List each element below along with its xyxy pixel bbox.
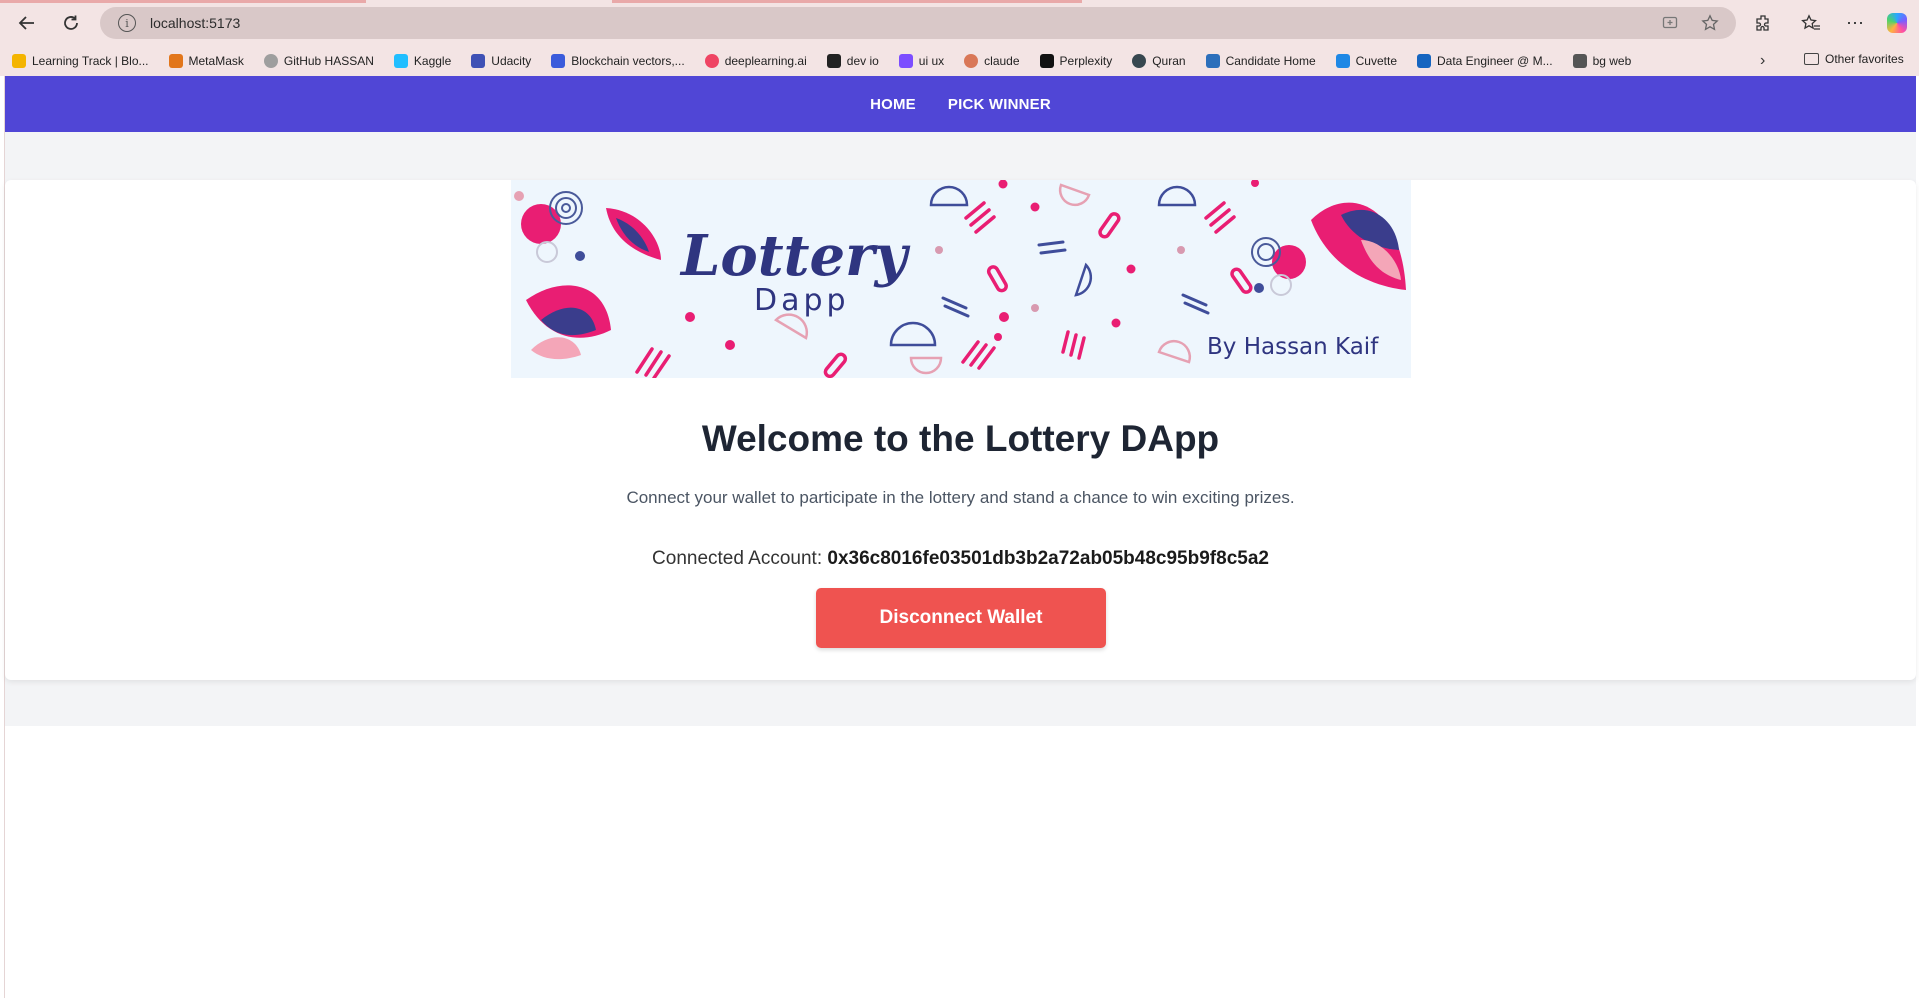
bookmark-quran[interactable]: Quran: [1132, 54, 1186, 68]
reload-icon[interactable]: [56, 8, 86, 38]
dev-icon: [826, 54, 841, 68]
lottery-banner: Lottery Dapp By Hassan Kaif: [511, 180, 1411, 378]
kaggle-icon: [393, 54, 408, 68]
account-address: 0x36c8016fe03501db3b2a72ab05b48c95b9f8c5…: [827, 548, 1269, 569]
bookmark-kaggle[interactable]: Kaggle: [393, 54, 451, 68]
bookmark-deeplearning[interactable]: deeplearning.ai: [704, 54, 807, 68]
bookmark-dev-io[interactable]: dev io: [826, 54, 879, 68]
bookmark-metamask[interactable]: MetaMask: [168, 54, 244, 68]
favorites-icon[interactable]: [1796, 8, 1826, 38]
hash-icon: [1572, 54, 1587, 68]
bookmark-blockchain-vectors[interactable]: Blockchain vectors,...: [551, 54, 685, 68]
perplexity-icon: [1039, 54, 1054, 68]
bookmark-github[interactable]: GitHub HASSAN: [263, 54, 374, 68]
banner-title-text: Lottery: [679, 223, 911, 289]
nav-pick-winner-link[interactable]: PICK WINNER: [948, 96, 1051, 113]
back-arrow-icon[interactable]: [12, 8, 42, 38]
active-tab-indicator: [0, 0, 366, 3]
folder-icon: [1804, 53, 1819, 65]
fox-icon: [168, 54, 183, 68]
quran-icon: [1132, 54, 1147, 68]
workday-icon: [1205, 54, 1220, 68]
app-available-icon[interactable]: [1660, 13, 1680, 33]
bookmark-learning-track[interactable]: Learning Track | Blo...: [12, 54, 149, 68]
udacity-icon: [471, 54, 486, 68]
bookmark-icon: [12, 54, 26, 68]
page-icon: [1417, 54, 1431, 68]
url-text[interactable]: localhost:5173: [150, 15, 240, 31]
browser-toolbar: i localhost:5173 ⋯: [0, 0, 1919, 46]
page-title: Welcome to the Lottery DApp: [701, 418, 1220, 459]
cuvette-icon: [1335, 54, 1350, 68]
connected-account: Connected Account: 0x36c8016fe03501db3b2…: [5, 548, 1916, 570]
disconnect-wallet-button[interactable]: Disconnect Wallet: [816, 588, 1106, 648]
other-favorites-folder[interactable]: Other favorites: [1804, 52, 1904, 66]
bookmarks-bar: Learning Track | Blo... MetaMask GitHub …: [0, 46, 1919, 76]
site-info-icon[interactable]: i: [118, 14, 136, 32]
bookmark-bg-web[interactable]: bg web: [1572, 54, 1631, 68]
tab-indicator: [612, 0, 1082, 3]
page-description: Connect your wallet to participate in th…: [626, 488, 1295, 507]
banner-art: Lottery Dapp By Hassan Kaif: [514, 180, 1406, 378]
claude-icon: [964, 54, 979, 68]
bookmark-udacity[interactable]: Udacity: [471, 54, 531, 68]
app-page: HOME PICK WINNER Lottery Dapp By Hassan …: [4, 76, 1916, 998]
account-label: Connected Account:: [652, 548, 823, 569]
uiux-icon: [898, 54, 913, 68]
bookmark-ui-ux[interactable]: ui ux: [898, 54, 944, 68]
main-card: Lottery Dapp By Hassan Kaif Welcome to t…: [5, 180, 1916, 680]
more-menu-icon[interactable]: ⋯: [1840, 8, 1870, 38]
deeplearning-icon: [704, 54, 719, 68]
bookmark-claude[interactable]: claude: [964, 54, 1020, 68]
bookmark-cuvette[interactable]: Cuvette: [1335, 54, 1397, 68]
address-bar[interactable]: i localhost:5173: [100, 7, 1736, 39]
chevron-right-icon[interactable]: ›: [1760, 52, 1765, 70]
extensions-icon[interactable]: [1748, 8, 1778, 38]
bookmark-data-engineer[interactable]: Data Engineer @ M...: [1417, 54, 1553, 68]
top-navbar: HOME PICK WINNER: [5, 76, 1916, 132]
favorite-star-icon[interactable]: [1700, 13, 1720, 33]
banner-subtitle-text: Dapp: [754, 283, 850, 318]
bookmark-perplexity[interactable]: Perplexity: [1039, 54, 1112, 68]
nav-home-link[interactable]: HOME: [870, 96, 916, 113]
freepik-icon: [551, 54, 566, 68]
bookmark-candidate-home[interactable]: Candidate Home: [1205, 54, 1316, 68]
github-icon: [263, 54, 278, 68]
copilot-icon[interactable]: [1882, 8, 1912, 38]
banner-byline-text: By Hassan Kaif: [1207, 334, 1379, 360]
